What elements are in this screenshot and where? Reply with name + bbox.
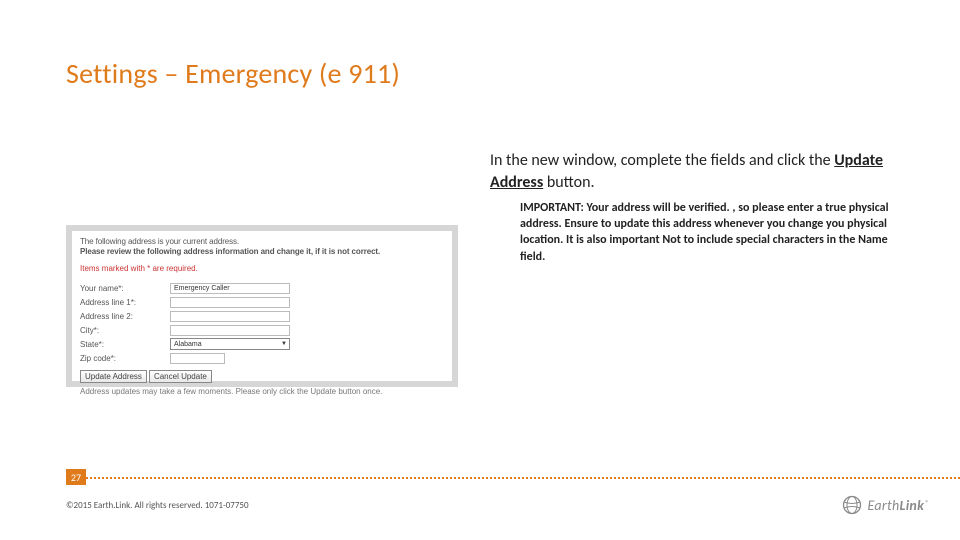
earthlink-logo: EarthLink® <box>842 495 929 515</box>
copyright-text: ©2015 Earth.Link. All rights reserved. 1… <box>66 500 249 511</box>
page-number: 27 <box>66 469 86 485</box>
form-intro-1: The following address is your current ad… <box>80 237 444 246</box>
city-field[interactable] <box>170 325 290 336</box>
label-zip: Zip code*: <box>80 354 170 363</box>
logo-text: EarthLink® <box>868 497 929 514</box>
addr1-field[interactable] <box>170 297 290 308</box>
update-address-button[interactable]: Update Address <box>80 370 147 383</box>
state-select[interactable]: Alabama <box>170 338 290 350</box>
instruction-post: button. <box>543 173 594 192</box>
label-addr2: Address line 2: <box>80 312 170 321</box>
page-title: Settings – Emergency (e 911) <box>66 56 400 91</box>
zip-field[interactable] <box>170 353 225 364</box>
instruction-pre: In the new window, complete the fields a… <box>490 151 834 170</box>
address-form-screenshot: The following address is your current ad… <box>66 225 458 387</box>
cancel-update-button[interactable]: Cancel Update <box>149 370 212 383</box>
label-state: State*: <box>80 340 170 349</box>
label-addr1: Address line 1*: <box>80 298 170 307</box>
form-footer-note: Address updates may take a few moments. … <box>80 387 444 396</box>
important-note: IMPORTANT: Your address will be verified… <box>520 200 895 265</box>
form-intro-2: Please review the following address info… <box>80 247 444 256</box>
instruction-text: In the new window, complete the fields a… <box>490 150 885 193</box>
globe-icon <box>842 495 862 515</box>
name-field[interactable]: Emergency Caller <box>170 283 290 294</box>
label-name: Your name*: <box>80 284 170 293</box>
divider <box>66 477 960 479</box>
label-city: City*: <box>80 326 170 335</box>
addr2-field[interactable] <box>170 311 290 322</box>
form-required-note: Items marked with * are required. <box>80 264 444 273</box>
